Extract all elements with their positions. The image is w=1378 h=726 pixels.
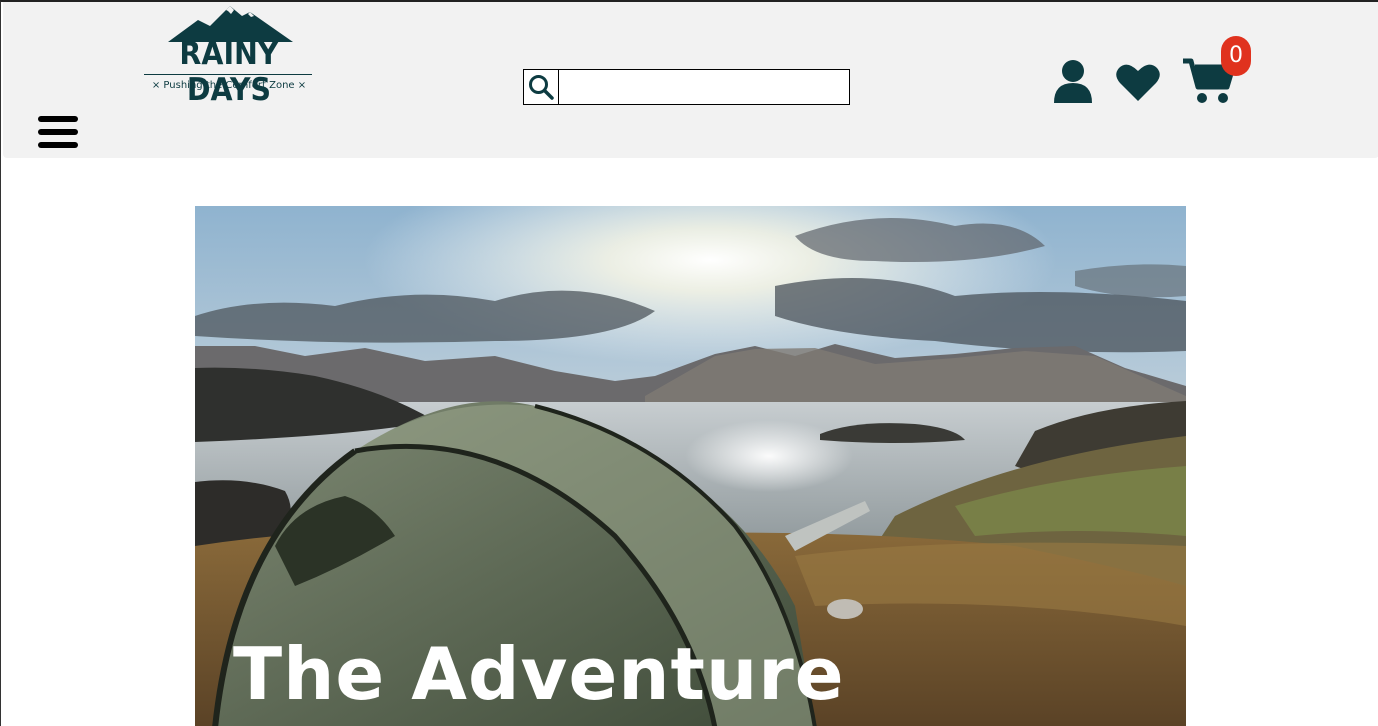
user-icon[interactable]	[1052, 59, 1094, 103]
logo-link[interactable]: RAINY DAYS × Pushing the Comfort Zone ×	[136, 2, 322, 108]
search-input[interactable]	[559, 70, 849, 104]
search-button[interactable]	[524, 70, 559, 104]
heart-icon[interactable]	[1115, 62, 1161, 102]
brand-tagline: × Pushing the Comfort Zone ×	[151, 80, 307, 91]
site-header: RAINY DAYS × Pushing the Comfort Zone ×	[3, 2, 1378, 158]
search-icon	[529, 75, 554, 100]
logo-divider	[144, 74, 312, 75]
hero-banner: The Adventure	[195, 206, 1186, 726]
search-form	[523, 69, 850, 105]
hero-title: The Adventure	[233, 632, 845, 716]
brand-name: RAINY DAYS	[179, 36, 279, 108]
page: RAINY DAYS × Pushing the Comfort Zone ×	[0, 0, 1378, 726]
cart-count-badge: 0	[1221, 36, 1251, 76]
hamburger-menu-icon[interactable]	[38, 114, 78, 150]
